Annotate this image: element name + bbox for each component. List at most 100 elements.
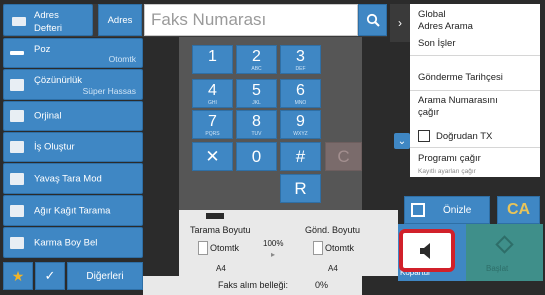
key-0[interactable]: 0 <box>236 142 277 171</box>
scanner-icon <box>206 213 224 219</box>
key-3[interactable]: 3 DEF <box>280 45 321 74</box>
key-5[interactable]: 5 JKL <box>236 79 277 108</box>
fax-number-placeholder: Faks Numarası <box>151 10 267 29</box>
speaker-button[interactable] <box>399 229 455 272</box>
fax-memory-label: Faks alım belleği: <box>218 280 289 290</box>
separator <box>410 147 540 148</box>
send-paper-size: A4 <box>328 264 338 273</box>
preview-icon <box>411 203 425 217</box>
address-button[interactable]: Adres <box>98 4 142 36</box>
address-book-label-2: Defteri <box>34 23 62 34</box>
slow-scan-mode-button[interactable]: Yavaş Tara Mod <box>3 163 143 194</box>
key-6-letters: MNO <box>294 100 307 106</box>
scan-paper-size: A4 <box>216 264 226 273</box>
resolution-value: Süper Hassas <box>82 86 136 96</box>
key-8-num: 8 <box>252 113 261 130</box>
resolution-icon <box>10 78 24 91</box>
key-9[interactable]: 9 WXYZ <box>280 110 321 139</box>
original-icon <box>10 110 24 122</box>
job-build-icon <box>10 141 24 153</box>
key-8-letters: TUV <box>251 131 262 137</box>
global-address-search-line1: Global <box>418 9 446 20</box>
scroll-down-button[interactable]: ⌄ <box>394 133 410 149</box>
scan-size-control[interactable]: Otomtk <box>198 236 246 260</box>
ratio-value: 100% <box>263 239 284 248</box>
preview-label: Önizle <box>443 205 472 216</box>
scan-size-value: Otomtk <box>210 243 240 253</box>
others-label: Diğerleri <box>86 270 124 282</box>
clear-all-button[interactable]: CA <box>497 196 540 224</box>
key-7-letters: PQRS <box>205 131 220 137</box>
key-6-num: 6 <box>296 82 305 99</box>
exposure-button[interactable]: Poz Otomtk <box>3 38 143 68</box>
send-size-control[interactable]: Otomtk <box>313 236 361 260</box>
chevron-right-icon: › <box>398 16 402 30</box>
key-6[interactable]: 6 MNO <box>280 79 321 108</box>
key-redial[interactable]: R <box>280 174 321 203</box>
recall-program-hint: Kayıtlı ayarları çağır <box>418 168 476 175</box>
favorite-button[interactable]: ★ <box>3 262 33 290</box>
key-star[interactable]: ✕ <box>192 142 233 171</box>
slow-scan-label: Yavaş Tara Mod <box>34 173 102 184</box>
address-book-button[interactable]: Adres Defteri <box>3 4 93 36</box>
search-icon <box>366 13 380 27</box>
key-5-num: 5 <box>252 82 261 99</box>
key-2-letters: ABC <box>251 66 262 72</box>
right-panel: Global Adres Arama Son İşler Gönderme Ta… <box>410 4 540 177</box>
key-hash[interactable]: # <box>280 142 321 171</box>
key-redial-label: R <box>294 179 307 198</box>
start-button[interactable]: Başlat <box>466 224 543 281</box>
key-7-num: 7 <box>208 113 217 130</box>
mixed-size-icon <box>10 236 24 249</box>
key-2[interactable]: 2 ABC <box>236 45 277 74</box>
direct-tx-checkbox[interactable] <box>418 130 430 142</box>
heavy-paper-label: Ağır Kağıt Tarama <box>34 205 111 216</box>
mixed-size-label: Karma Boy Bel <box>34 237 98 248</box>
direct-tx-label[interactable]: Doğrudan TX <box>436 131 492 143</box>
document-icon <box>198 241 208 255</box>
key-clear[interactable]: C <box>325 142 362 171</box>
address-book-icon <box>12 17 26 26</box>
original-button[interactable]: Orjinal <box>3 101 143 131</box>
key-3-letters: DEF <box>295 66 306 72</box>
others-button[interactable]: Diğerleri <box>67 262 143 290</box>
send-size-value: Otomtk <box>325 243 355 253</box>
separator <box>410 90 540 91</box>
key-7[interactable]: 7 PQRS <box>192 110 233 139</box>
chevron-down-icon: ⌄ <box>397 135 407 147</box>
key-hash-symbol: # <box>295 147 306 166</box>
preview-button[interactable]: Önizle <box>404 196 490 224</box>
send-history-item[interactable]: Gönderme Tarihçesi <box>418 72 503 84</box>
address-book-label-1: Adres <box>34 10 59 21</box>
fax-number-input[interactable]: Faks Numarası <box>144 4 358 36</box>
fax-memory-value: 0% <box>315 280 329 290</box>
slow-scan-icon <box>10 172 24 185</box>
key-0-num: 0 <box>251 147 262 166</box>
key-star-symbol: ✕ <box>205 147 220 166</box>
global-address-search-line2: Adres Arama <box>418 21 473 32</box>
recent-jobs-item[interactable]: Son İşler <box>418 38 456 50</box>
call-number-item[interactable]: Arama Numarasını çağır <box>418 95 498 119</box>
expand-right-panel-button[interactable]: › <box>390 4 410 42</box>
key-4-num: 4 <box>208 82 217 99</box>
fax-memory-bar: Faks alım belleği: 0% <box>143 276 362 295</box>
key-1-num: 1 <box>208 48 217 65</box>
key-8[interactable]: 8 TUV <box>236 110 277 139</box>
scan-size-label: Tarama Boyutu <box>190 225 251 235</box>
key-1[interactable]: 1 <box>192 45 233 74</box>
heavy-paper-scan-button[interactable]: Ağır Kağıt Tarama <box>3 195 143 226</box>
recall-program-item[interactable]: Programı çağır <box>418 153 481 165</box>
star-icon: ★ <box>11 267 25 284</box>
call-number-line2: çağır <box>418 107 440 118</box>
job-build-button[interactable]: İş Oluştur <box>3 132 143 162</box>
exposure-label: Poz <box>34 44 51 55</box>
check-button[interactable]: ✓ <box>35 262 65 290</box>
search-button[interactable] <box>358 4 387 36</box>
mixed-size-original-button[interactable]: Karma Boy Bel <box>3 227 143 258</box>
resolution-button[interactable]: Çözünürlük Süper Hassas <box>3 69 143 100</box>
key-9-letters: WXYZ <box>293 131 308 137</box>
key-4[interactable]: 4 GHI <box>192 79 233 108</box>
global-address-search-item[interactable]: Global Adres Arama <box>418 9 473 33</box>
speaker-icon <box>420 242 430 259</box>
original-label: Orjinal <box>34 110 62 122</box>
